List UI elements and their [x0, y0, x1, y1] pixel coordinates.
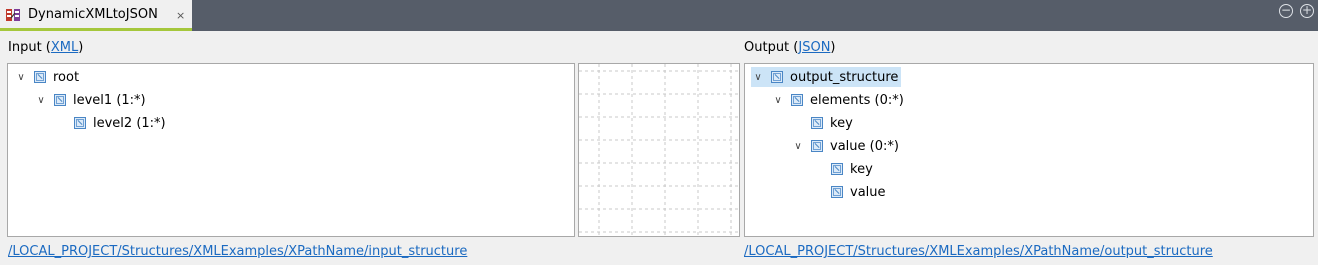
tree-node[interactable]: ∨ output_structure	[751, 67, 902, 87]
tree-node[interactable]: value	[825, 182, 886, 202]
chevron-down-icon[interactable]: ∨	[771, 90, 785, 110]
input-format-link[interactable]: XML	[51, 40, 78, 55]
mapping-grid	[579, 64, 739, 236]
input-structure-path-link[interactable]: /LOCAL_PROJECT/Structures/XMLExamples/XP…	[8, 244, 467, 259]
tree-node[interactable]: key	[805, 113, 853, 133]
editor-tab-bar: DynamicXMLtoJSON × − +	[0, 0, 1318, 31]
input-tree[interactable]: ∨ root ∨ level1 (1:*) level2 (1:*)	[7, 63, 575, 237]
mapping-canvas[interactable]	[578, 63, 740, 237]
tree-node[interactable]: level2 (1:*)	[68, 113, 166, 133]
element-icon	[74, 117, 86, 129]
chevron-down-icon[interactable]: ∨	[791, 136, 805, 156]
element-icon	[791, 94, 803, 106]
tree-node[interactable]: ∨ elements (0:*)	[771, 90, 903, 110]
maximize-icon[interactable]: +	[1300, 4, 1314, 18]
close-icon[interactable]: ×	[176, 9, 185, 22]
tab-dynamic-xml-to-json[interactable]: DynamicXMLtoJSON ×	[0, 0, 192, 31]
tree-node[interactable]: ∨ value (0:*)	[791, 136, 899, 156]
element-icon	[811, 140, 823, 152]
input-label: Input (XML)	[8, 40, 84, 55]
element-icon	[831, 186, 843, 198]
element-icon	[811, 117, 823, 129]
output-structure-path-link[interactable]: /LOCAL_PROJECT/Structures/XMLExamples/XP…	[744, 244, 1213, 259]
output-label: Output (JSON)	[744, 40, 836, 55]
tree-node[interactable]: key	[825, 159, 873, 179]
map-editor-icon	[5, 7, 21, 23]
element-icon	[771, 71, 783, 83]
output-tree[interactable]: ∨ output_structure ∨ elements (0:*) key ∨ v…	[744, 63, 1314, 237]
tab-title: DynamicXMLtoJSON	[28, 7, 158, 22]
minimize-icon[interactable]: −	[1279, 4, 1293, 18]
chevron-down-icon[interactable]: ∨	[14, 67, 28, 87]
tree-node[interactable]: ∨ level1 (1:*)	[34, 90, 145, 110]
element-icon	[54, 94, 66, 106]
tree-node[interactable]: ∨ root	[14, 67, 79, 87]
chevron-down-icon[interactable]: ∨	[34, 90, 48, 110]
output-format-link[interactable]: JSON	[798, 40, 830, 55]
element-icon	[34, 71, 46, 83]
element-icon	[831, 163, 843, 175]
chevron-down-icon[interactable]: ∨	[751, 67, 765, 87]
